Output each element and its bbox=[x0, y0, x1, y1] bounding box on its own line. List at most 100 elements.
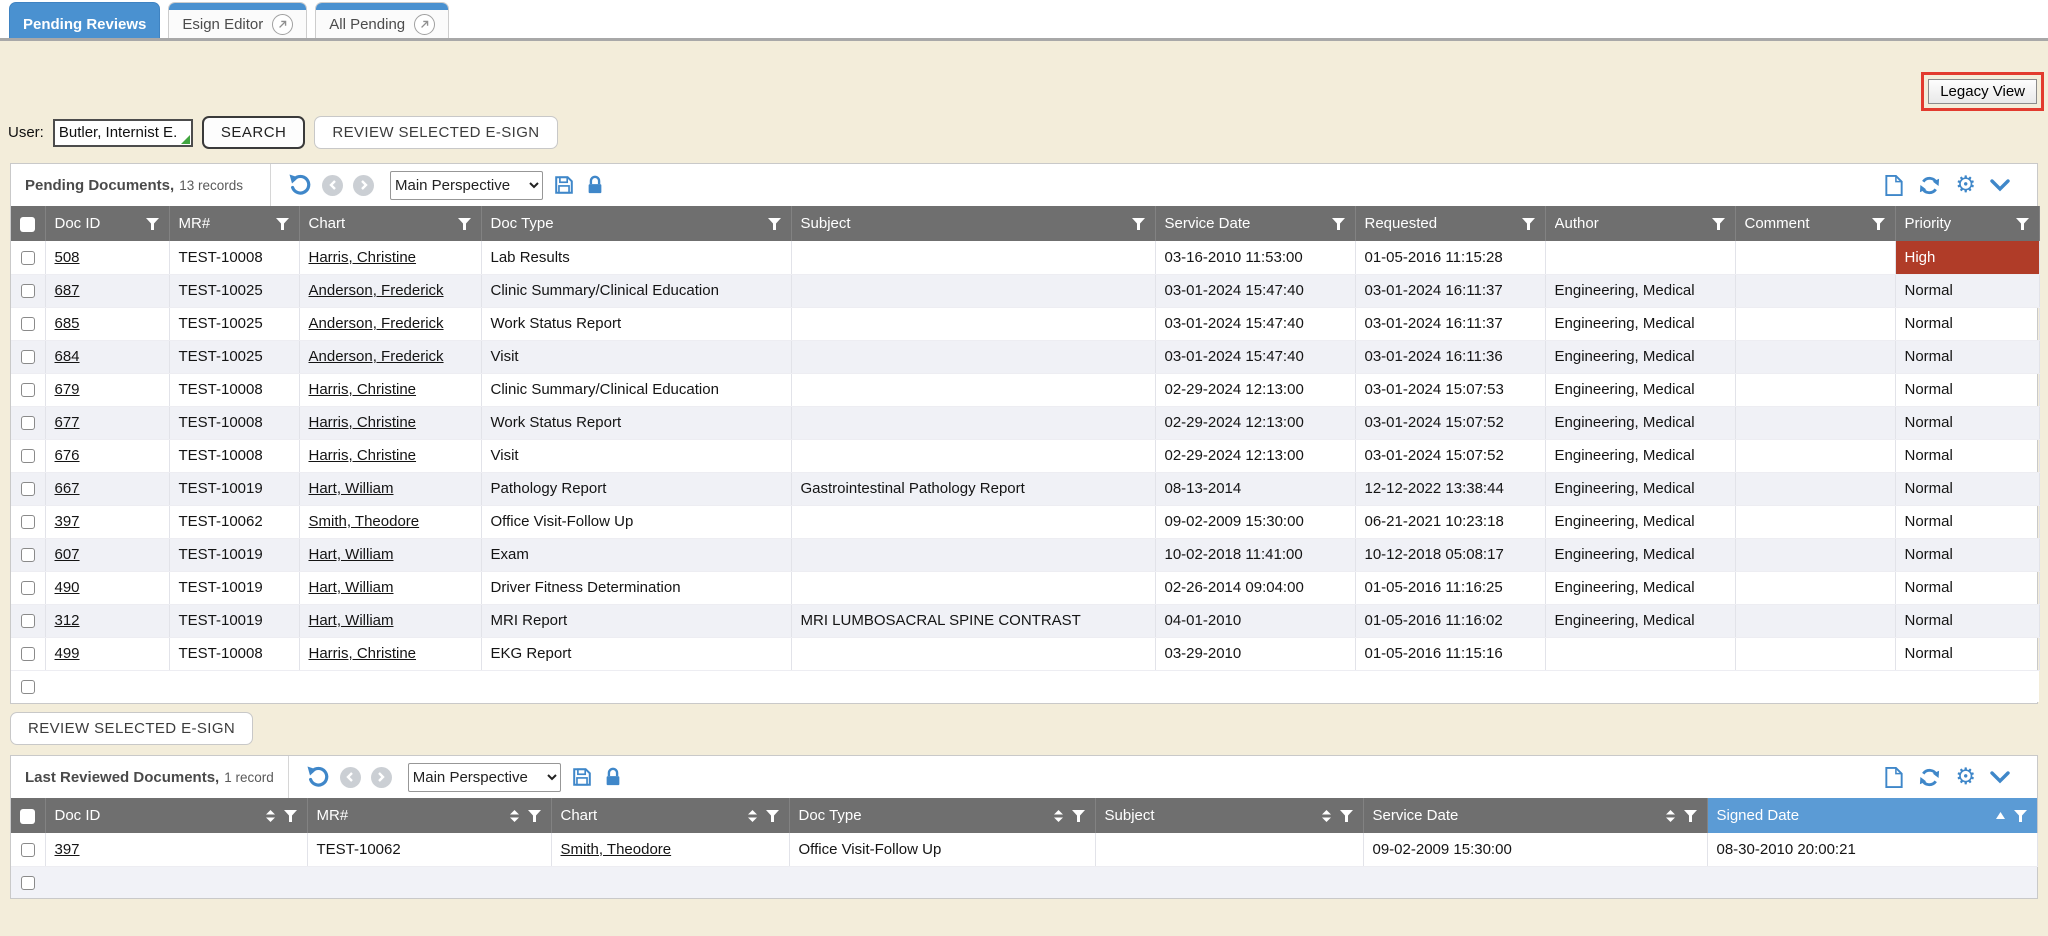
row-checkbox[interactable] bbox=[21, 614, 35, 628]
chart-link[interactable]: Harris, Christine bbox=[309, 381, 417, 398]
chart-link[interactable]: Harris, Christine bbox=[309, 645, 417, 662]
cell-chart[interactable]: Harris, Christine bbox=[299, 406, 481, 439]
cell-chart[interactable]: Smith, Theodore bbox=[299, 505, 481, 538]
popout-icon[interactable] bbox=[272, 14, 293, 35]
sort-icon[interactable] bbox=[1322, 810, 1331, 822]
filter-icon[interactable] bbox=[527, 809, 542, 823]
user-input[interactable] bbox=[53, 119, 193, 147]
row-checkbox-cell[interactable] bbox=[11, 373, 45, 406]
row-checkbox-cell[interactable] bbox=[11, 439, 45, 472]
refresh-icon[interactable] bbox=[1918, 174, 1941, 197]
tab-pending-reviews[interactable]: Pending Reviews bbox=[9, 2, 160, 38]
review-selected-esign-bottom-button[interactable]: REVIEW SELECTED E-SIGN bbox=[10, 712, 253, 745]
cell-doc_id[interactable]: 490 bbox=[45, 571, 169, 604]
column-header-chart[interactable]: Chart bbox=[299, 206, 481, 241]
filter-icon[interactable] bbox=[2015, 217, 2030, 231]
row-checkbox[interactable] bbox=[21, 251, 35, 265]
previous-perspective-icon[interactable] bbox=[322, 175, 343, 196]
filter-icon[interactable] bbox=[1711, 217, 1726, 231]
column-header-doc_id[interactable]: Doc ID bbox=[45, 798, 307, 833]
cell-chart[interactable]: Harris, Christine bbox=[299, 373, 481, 406]
row-checkbox-cell[interactable] bbox=[11, 340, 45, 373]
cell-chart[interactable]: Harris, Christine bbox=[299, 637, 481, 670]
search-button[interactable]: SEARCH bbox=[202, 116, 306, 149]
cell-doc_id[interactable]: 677 bbox=[45, 406, 169, 439]
row-checkbox[interactable] bbox=[21, 548, 35, 562]
doc-id-link[interactable]: 667 bbox=[55, 480, 80, 497]
column-header-requested[interactable]: Requested bbox=[1355, 206, 1545, 241]
row-checkbox[interactable] bbox=[21, 449, 35, 463]
lock-perspective-icon[interactable] bbox=[585, 174, 605, 196]
new-document-icon[interactable] bbox=[1884, 766, 1904, 789]
doc-id-link[interactable]: 676 bbox=[55, 447, 80, 464]
cell-chart[interactable]: Hart, William bbox=[299, 604, 481, 637]
chevron-down-icon[interactable] bbox=[1990, 179, 2010, 192]
footer-checkbox-cell[interactable] bbox=[11, 866, 45, 898]
perspective-select[interactable]: Main Perspective bbox=[390, 171, 543, 200]
cell-chart[interactable]: Harris, Christine bbox=[299, 241, 481, 274]
row-checkbox-cell[interactable] bbox=[11, 472, 45, 505]
doc-id-link[interactable]: 677 bbox=[55, 414, 80, 431]
chart-link[interactable]: Smith, Theodore bbox=[561, 841, 672, 858]
cell-doc_id[interactable]: 312 bbox=[45, 604, 169, 637]
chart-link[interactable]: Hart, William bbox=[309, 579, 394, 596]
select-all-header[interactable] bbox=[11, 798, 45, 833]
chart-link[interactable]: Hart, William bbox=[309, 612, 394, 629]
row-checkbox-cell[interactable] bbox=[11, 406, 45, 439]
chart-link[interactable]: Harris, Christine bbox=[309, 249, 417, 266]
cell-chart[interactable]: Smith, Theodore bbox=[551, 833, 789, 866]
new-document-icon[interactable] bbox=[1884, 174, 1904, 197]
column-header-author[interactable]: Author bbox=[1545, 206, 1735, 241]
review-selected-esign-top-button[interactable]: REVIEW SELECTED E-SIGN bbox=[314, 116, 557, 149]
column-header-signed_date[interactable]: Signed Date bbox=[1707, 798, 2037, 833]
filter-icon[interactable] bbox=[1683, 809, 1698, 823]
row-checkbox[interactable] bbox=[21, 680, 35, 694]
select-all-checkbox[interactable] bbox=[20, 217, 35, 232]
row-checkbox[interactable] bbox=[21, 876, 35, 890]
row-checkbox-cell[interactable] bbox=[11, 604, 45, 637]
column-header-doc_id[interactable]: Doc ID bbox=[45, 206, 169, 241]
save-perspective-icon[interactable] bbox=[571, 766, 593, 788]
column-header-subject[interactable]: Subject bbox=[791, 206, 1155, 241]
undo-icon[interactable] bbox=[288, 173, 312, 197]
cell-chart[interactable]: Harris, Christine bbox=[299, 439, 481, 472]
next-perspective-icon[interactable] bbox=[353, 175, 374, 196]
save-perspective-icon[interactable] bbox=[553, 174, 575, 196]
sort-icon[interactable] bbox=[266, 810, 275, 822]
row-checkbox[interactable] bbox=[21, 416, 35, 430]
row-checkbox[interactable] bbox=[21, 843, 35, 857]
gear-icon[interactable]: ⚙ bbox=[1955, 766, 1976, 789]
doc-id-link[interactable]: 499 bbox=[55, 645, 80, 662]
filter-icon[interactable] bbox=[1071, 809, 1086, 823]
doc-id-link[interactable]: 397 bbox=[55, 841, 80, 858]
row-checkbox[interactable] bbox=[21, 317, 35, 331]
row-checkbox-cell[interactable] bbox=[11, 241, 45, 274]
cell-chart[interactable]: Hart, William bbox=[299, 472, 481, 505]
filter-icon[interactable] bbox=[283, 809, 298, 823]
column-header-subject[interactable]: Subject bbox=[1095, 798, 1363, 833]
row-checkbox-cell[interactable] bbox=[11, 307, 45, 340]
sort-icon[interactable] bbox=[1054, 810, 1063, 822]
row-checkbox[interactable] bbox=[21, 515, 35, 529]
column-header-service_date[interactable]: Service Date bbox=[1155, 206, 1355, 241]
column-header-doc_type[interactable]: Doc Type bbox=[789, 798, 1095, 833]
chart-link[interactable]: Smith, Theodore bbox=[309, 513, 420, 530]
filter-icon[interactable] bbox=[1339, 809, 1354, 823]
popout-icon[interactable] bbox=[414, 14, 435, 35]
filter-icon[interactable] bbox=[1331, 217, 1346, 231]
lock-perspective-icon[interactable] bbox=[603, 766, 623, 788]
row-checkbox-cell[interactable] bbox=[11, 637, 45, 670]
filter-icon[interactable] bbox=[765, 809, 780, 823]
doc-id-link[interactable]: 685 bbox=[55, 315, 80, 332]
filter-icon[interactable] bbox=[275, 217, 290, 231]
filter-icon[interactable] bbox=[767, 217, 782, 231]
row-checkbox[interactable] bbox=[21, 482, 35, 496]
filter-icon[interactable] bbox=[1871, 217, 1886, 231]
cell-doc_id[interactable]: 676 bbox=[45, 439, 169, 472]
row-checkbox[interactable] bbox=[21, 383, 35, 397]
legacy-view-button[interactable]: Legacy View bbox=[1928, 79, 2037, 104]
doc-id-link[interactable]: 397 bbox=[55, 513, 80, 530]
row-checkbox-cell[interactable] bbox=[11, 571, 45, 604]
previous-perspective-icon[interactable] bbox=[340, 767, 361, 788]
cell-doc_id[interactable]: 667 bbox=[45, 472, 169, 505]
